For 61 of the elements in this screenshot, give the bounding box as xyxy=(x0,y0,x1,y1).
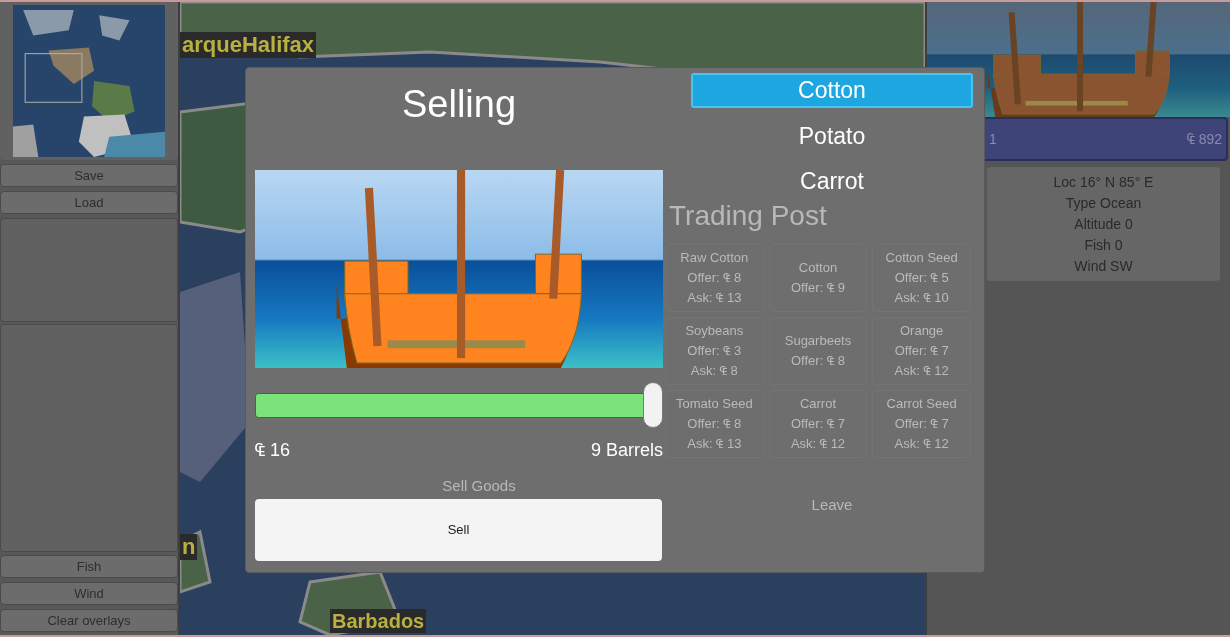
ask-price: Ask: ₠ 13 xyxy=(687,289,742,307)
info-text: Type Ocean xyxy=(1065,194,1142,212)
goods-option[interactable]: Potato xyxy=(691,119,973,153)
goods-card[interactable]: Raw Cotton Offer: ₠ 8 Ask: ₠ 13 xyxy=(665,244,764,312)
goods-card[interactable]: Soybeans Offer: ₠ 3 Ask: ₠ 8 xyxy=(665,317,764,385)
info-text: Fish 0 xyxy=(1084,236,1123,254)
map-label: n xyxy=(180,534,198,560)
offer-price: Offer: ₠ 7 xyxy=(894,342,949,360)
goods-name: Cotton xyxy=(798,259,838,277)
sidebar-button[interactable]: Clear overlays xyxy=(0,609,178,632)
offer-price: Offer: ₠ 7 xyxy=(791,415,845,433)
amount-text: 9 Barrels xyxy=(590,439,663,461)
ask-price: Ask: ₠ 13 xyxy=(687,435,742,453)
leave-button[interactable]: Leave xyxy=(811,493,853,517)
sell-button[interactable]: Sell xyxy=(255,499,662,561)
goods-name: Raw Cotton xyxy=(680,249,749,267)
quantity-slider[interactable] xyxy=(255,382,663,428)
ask-price: Ask: ₠ 10 xyxy=(894,289,949,307)
goods-name: Orange xyxy=(899,322,944,340)
goods-card[interactable]: Cotton Offer: ₠ 9 xyxy=(768,244,868,312)
offer-price: Offer: ₠ 5 xyxy=(894,269,949,287)
goods-card[interactable]: Orange Offer: ₠ 7 Ask: ₠ 12 xyxy=(872,317,971,385)
goods-name: Soybeans xyxy=(685,322,744,340)
goods-name: Tomato Seed xyxy=(676,395,753,413)
goods-card[interactable]: Cotton Seed Offer: ₠ 5 Ask: ₠ 10 xyxy=(872,244,971,312)
sidebar-button[interactable]: Fish xyxy=(0,555,178,578)
ask-price: Ask: ₠ 12 xyxy=(894,435,949,453)
offer-price: Offer: ₠ 8 xyxy=(687,269,742,287)
offer-price: Offer: ₠ 8 xyxy=(687,415,742,433)
money-amount: ₠ 892 xyxy=(1186,129,1222,149)
status-text: 1 xyxy=(989,129,997,149)
offer-price: Offer: ₠ 9 xyxy=(791,279,845,297)
info-text: Wind SW xyxy=(1074,257,1133,275)
offer-price: Offer: ₠ 7 xyxy=(894,415,949,433)
sidebar-button[interactable]: Load xyxy=(0,191,178,214)
info-text: Loc 16° N 85° E xyxy=(1053,173,1154,191)
goods-name: Cotton Seed xyxy=(885,249,958,267)
goods-card[interactable]: Tomato Seed Offer: ₠ 8 Ask: ₠ 13 xyxy=(665,390,764,458)
goods-card[interactable]: Sugarbeets Offer: ₠ 8 xyxy=(768,317,868,385)
trading-post-title: Trading Post xyxy=(669,200,828,232)
ask-price: Ask: ₠ 12 xyxy=(894,362,949,380)
map-label: Barbados xyxy=(330,609,427,633)
map-label: arqueHalifax xyxy=(180,32,317,58)
offer-price: Offer: ₠ 8 xyxy=(791,352,845,370)
goods-card[interactable]: Carrot Offer: ₠ 7 Ask: ₠ 12 xyxy=(768,390,868,458)
sell-goods-button[interactable]: Sell Goods xyxy=(442,474,516,497)
price-text: ₠ 16 xyxy=(255,439,291,461)
goods-card[interactable]: Carrot Seed Offer: ₠ 7 Ask: ₠ 12 xyxy=(872,390,971,458)
info-text: Altitude 0 xyxy=(1074,215,1133,233)
goods-name: Carrot Seed xyxy=(886,395,957,413)
slider-thumb[interactable] xyxy=(643,382,663,428)
sidebar-button[interactable]: Wind xyxy=(0,582,178,605)
goods-name: Carrot xyxy=(799,395,837,413)
sidebar-button[interactable]: Save xyxy=(0,164,178,187)
goods-option[interactable]: Cotton xyxy=(691,73,973,108)
dialog-title: Selling xyxy=(400,82,518,127)
ask-price: Ask: ₠ 8 xyxy=(690,362,738,380)
goods-name: Sugarbeets xyxy=(784,332,852,350)
goods-option[interactable]: Carrot xyxy=(691,164,973,198)
ask-price: Ask: ₠ 12 xyxy=(790,435,846,453)
offer-price: Offer: ₠ 3 xyxy=(687,342,742,360)
